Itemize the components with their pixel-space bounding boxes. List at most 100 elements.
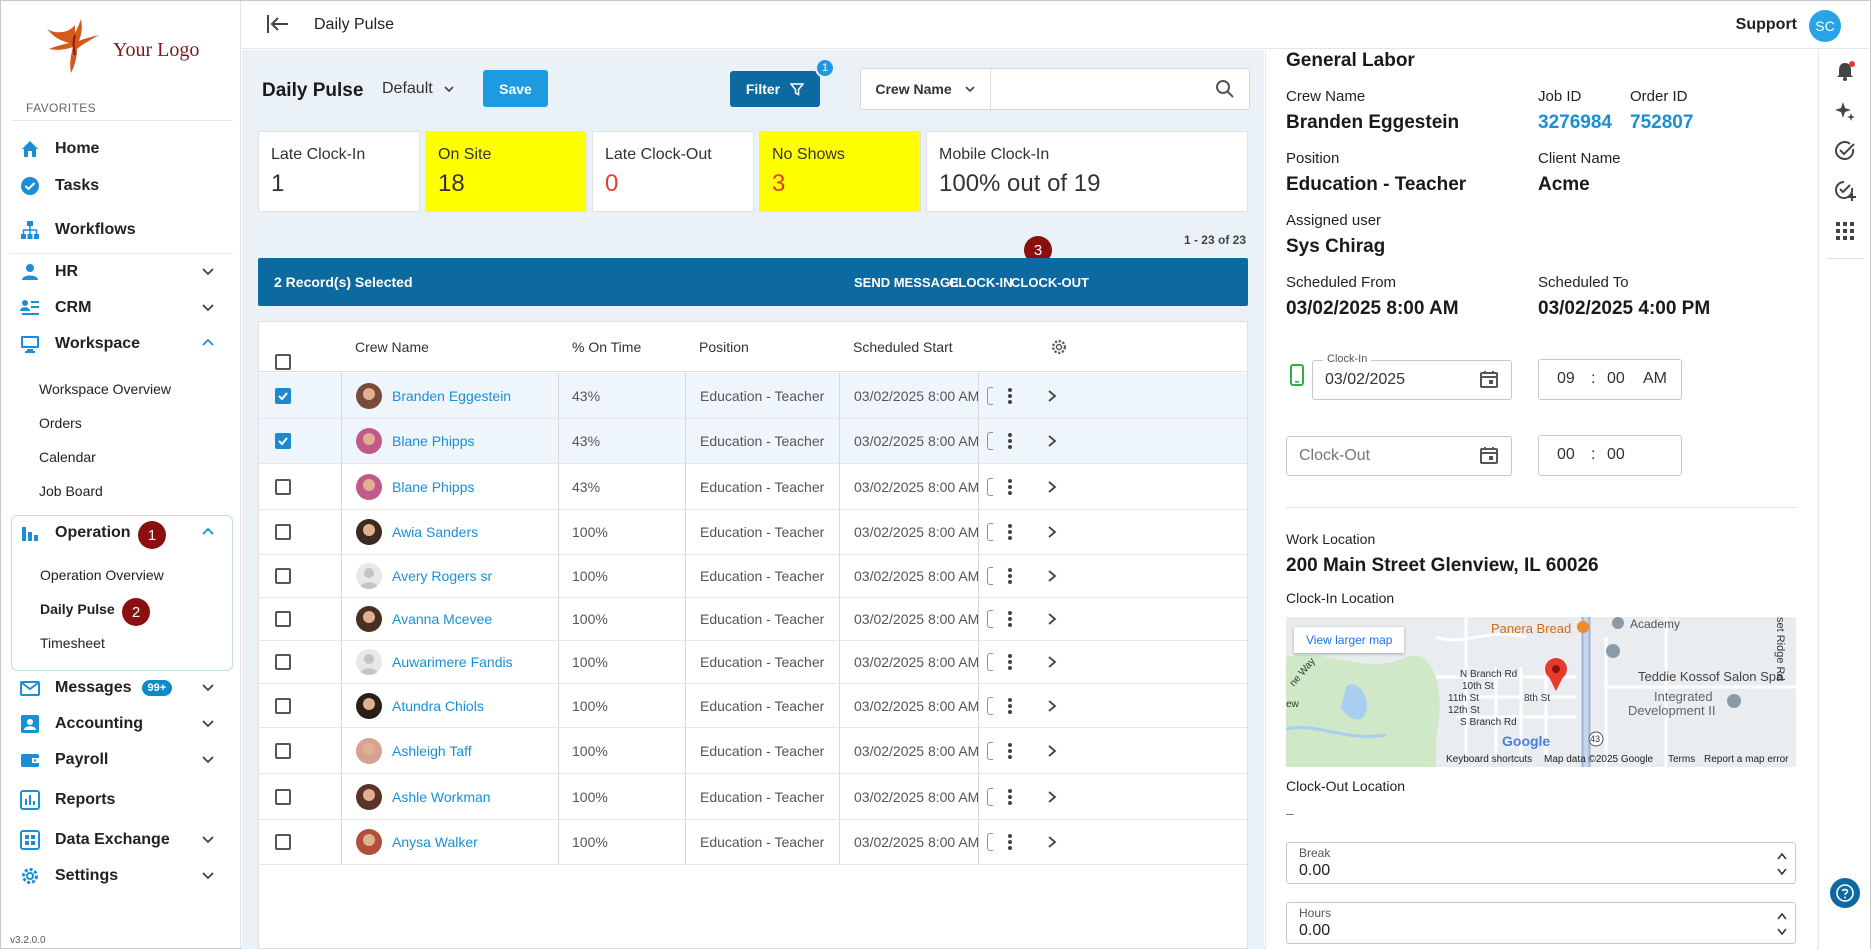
clock-in-map[interactable]: View larger map Panera Bread Academy Ted… [1286,617,1796,767]
send-message-button[interactable]: SEND MESSAGE [854,275,959,290]
sub-daily-pulse[interactable]: Daily Pulse [40,601,115,617]
support-link[interactable]: Support [1736,16,1797,34]
crew-name-link[interactable]: Ashleigh Taff [392,743,472,759]
search-field-select[interactable]: Crew Name [861,69,991,109]
chevron-right-icon[interactable] [1047,790,1057,804]
break-field[interactable]: Break 0.00 [1286,842,1796,884]
more-vertical-icon[interactable] [1007,567,1013,585]
row-checkbox[interactable] [275,654,291,670]
number-spinner-icon[interactable] [1777,849,1787,879]
sub-job-board[interactable]: Job Board [39,483,103,499]
crew-name-link[interactable]: Blane Phipps [392,479,475,495]
sub-timesheet[interactable]: Timesheet [40,635,105,651]
map-terms-link[interactable]: Terms [1668,754,1695,765]
nav-data-exchange[interactable]: Data Exchange [19,825,229,855]
help-button[interactable] [1830,878,1860,908]
clock-out-hour[interactable]: 00 [1557,446,1575,464]
col-scheduled-start[interactable]: Scheduled Start [853,339,953,355]
more-vertical-icon[interactable] [1007,387,1013,405]
chevron-right-icon[interactable] [1047,480,1057,494]
table-row[interactable]: Ashle Workman 100% Education - Teacher 0… [259,774,1247,820]
crew-name-link[interactable]: Atundra Chiols [392,698,484,714]
crew-name-link[interactable]: Ashle Workman [392,789,491,805]
col-crew-name[interactable]: Crew Name [355,339,429,355]
nav-workflows[interactable]: Workflows [19,215,229,245]
calendar-icon[interactable] [1479,445,1499,465]
row-checkbox[interactable] [275,433,291,449]
chevron-right-icon[interactable] [1047,569,1057,583]
clock-out-button[interactable]: CLOCK-OUT [1011,275,1089,290]
row-checkbox[interactable] [275,611,291,627]
sub-operation-overview[interactable]: Operation Overview [40,567,164,583]
map-keyboard-shortcuts[interactable]: Keyboard shortcuts [1446,754,1532,765]
order-id-link[interactable]: 752807 [1630,112,1693,134]
chevron-right-icon[interactable] [1047,835,1057,849]
table-row[interactable]: Blane Phipps 43% Education - Teacher 03/… [259,419,1247,464]
crew-name-link[interactable]: Anysa Walker [392,834,478,850]
nav-messages[interactable]: Messages 99+ [19,673,229,703]
hours-field[interactable]: Hours 0.00 [1286,902,1796,944]
table-row[interactable]: Branden Eggestein 43% Education - Teache… [259,373,1247,419]
search-input[interactable] [992,69,1202,109]
sub-calendar[interactable]: Calendar [39,449,96,465]
chevron-right-icon[interactable] [1047,744,1057,758]
clock-in-minute[interactable]: 00 [1607,370,1625,388]
stat-late-clock-in[interactable]: Late Clock-In 1 [258,131,420,212]
stat-late-clock-out[interactable]: Late Clock-Out 0 [592,131,754,212]
add-task-icon[interactable] [1834,180,1856,202]
table-row[interactable]: Ashleigh Taff 100% Education - Teacher 0… [259,728,1247,774]
row-checkbox[interactable] [275,568,291,584]
chevron-right-icon[interactable] [1047,525,1057,539]
row-checkbox[interactable] [275,742,291,759]
row-checkbox[interactable] [275,788,291,805]
sub-orders[interactable]: Orders [39,415,82,431]
column-settings-gear-icon[interactable] [1050,338,1068,356]
stat-on-site[interactable]: On Site 18 [425,131,587,212]
clock-in-ampm[interactable]: AM [1643,370,1667,388]
checkbox[interactable] [275,354,291,370]
check-circle-outline-icon[interactable] [1834,140,1856,162]
more-vertical-icon[interactable] [1007,432,1013,450]
sub-workspace-overview[interactable]: Workspace Overview [39,381,171,397]
sparkle-icon[interactable] [1834,100,1856,122]
row-checkbox[interactable] [275,834,291,850]
crew-name-link[interactable]: Awia Sanders [392,524,478,540]
chevron-right-icon[interactable] [1047,655,1057,669]
nav-operation[interactable]: Operation [19,518,229,548]
chevron-right-icon[interactable] [1047,612,1057,626]
table-row[interactable]: Avanna Mcevee 100% Education - Teacher 0… [259,598,1247,641]
nav-reports[interactable]: Reports [19,785,229,815]
chevron-right-icon[interactable] [1047,434,1057,448]
number-spinner-icon[interactable] [1777,909,1787,939]
more-vertical-icon[interactable] [1007,653,1013,671]
clock-out-time-field[interactable]: 00 : 00 [1538,435,1682,476]
map-report-error-link[interactable]: Report a map error [1704,754,1788,765]
chevron-right-icon[interactable] [1047,389,1057,403]
chevron-right-icon[interactable] [1047,699,1057,713]
clock-out-minute[interactable]: 00 [1607,446,1625,464]
more-vertical-icon[interactable] [1007,478,1013,496]
bell-icon[interactable] [1834,60,1856,82]
table-row[interactable]: Avery Rogers sr 100% Education - Teacher… [259,555,1247,598]
more-vertical-icon[interactable] [1007,742,1013,760]
stat-no-shows[interactable]: No Shows 3 [759,131,921,212]
nav-home[interactable]: Home [19,134,229,164]
calendar-icon[interactable] [1479,369,1499,389]
table-row[interactable]: Auwarimere Fandis 100% Education - Teach… [259,641,1247,684]
filter-button[interactable]: Filter [730,71,820,107]
more-vertical-icon[interactable] [1007,523,1013,541]
search-icon[interactable] [1215,79,1235,99]
clock-out-date-field[interactable]: Clock-Out [1286,436,1512,476]
avatar[interactable]: SC [1809,10,1841,42]
apps-grid-icon[interactable] [1834,220,1856,242]
more-vertical-icon[interactable] [1007,697,1013,715]
row-checkbox[interactable] [275,697,291,714]
col-position[interactable]: Position [699,339,749,355]
crew-name-link[interactable]: Blane Phipps [392,433,475,449]
nav-workspace[interactable]: Workspace [19,329,229,359]
row-checkbox[interactable] [275,387,291,404]
crew-name-link[interactable]: Branden Eggestein [392,388,511,404]
more-vertical-icon[interactable] [1007,833,1013,851]
nav-hr[interactable]: HR [19,257,229,287]
more-vertical-icon[interactable] [1007,610,1013,628]
